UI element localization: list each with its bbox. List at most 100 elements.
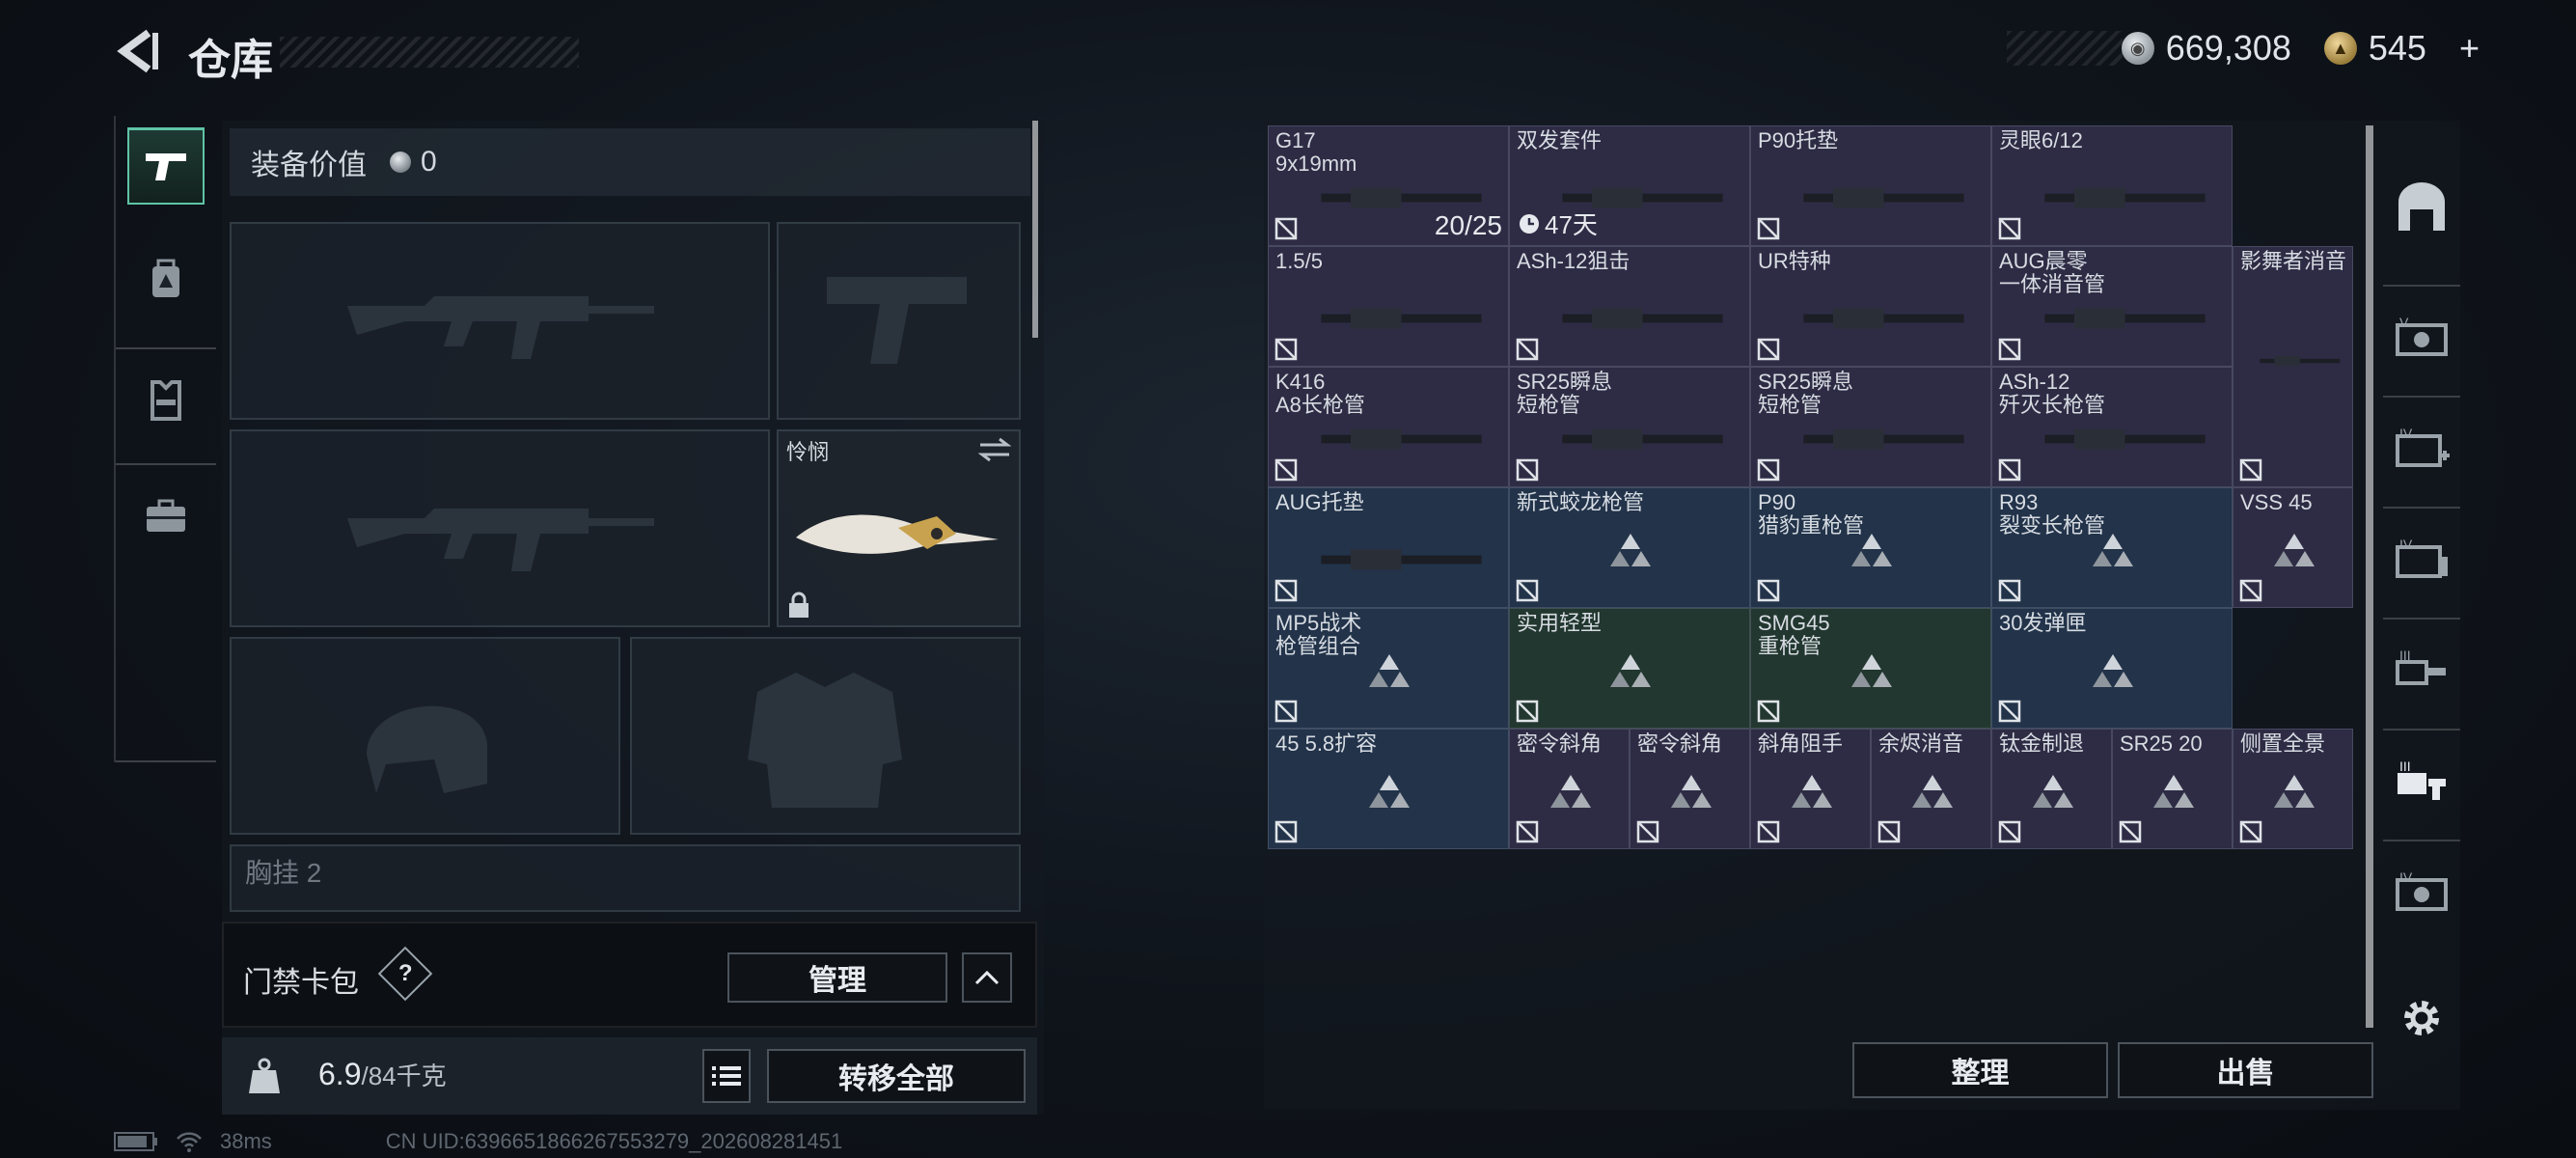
- knife-icon: [796, 514, 999, 554]
- pistol-silhouette-icon: [827, 277, 967, 364]
- storage-item-name: 灵眼6/12: [1999, 128, 2083, 152]
- primary-weapon-slot[interactable]: [230, 222, 770, 420]
- currency-bar: ◉ 669,308 ▲ 545 +: [2007, 27, 2480, 69]
- storage-item[interactable]: VSS 45: [2233, 487, 2353, 608]
- unknown-item-icon: [1851, 653, 1892, 687]
- storage-item[interactable]: AUG晨零 一体消音管: [1991, 246, 2233, 367]
- storage-item[interactable]: P90 猎豹重枪管: [1750, 487, 1991, 608]
- storage-tab-all[interactable]: [2391, 179, 2453, 236]
- storage-item[interactable]: ASh-12 歼灭长枪管: [1991, 367, 2233, 487]
- storage-tab-3[interactable]: III: [2391, 642, 2453, 700]
- no-trade-icon: [1516, 338, 1539, 361]
- weapon-part-icon: [1803, 308, 1964, 329]
- silver-coin-icon: ◉: [2121, 32, 2154, 65]
- storage-item-name: UR特种: [1758, 249, 1831, 273]
- settings-button[interactable]: [2391, 989, 2453, 1047]
- storage-item[interactable]: 30发弹匣: [1991, 608, 2233, 729]
- rail-tab-case[interactable]: [127, 478, 205, 555]
- sort-button[interactable]: 整理: [1852, 1042, 2108, 1098]
- storage-item[interactable]: G17 9x19mm 20/25: [1268, 125, 1509, 246]
- armor-slot[interactable]: [630, 637, 1021, 835]
- item-count: 20/25: [1434, 210, 1502, 240]
- no-trade-icon: [1757, 217, 1780, 240]
- storage-tab-4b[interactable]: IV: [2391, 864, 2453, 922]
- title-decoration: [280, 37, 579, 68]
- storage-3-active-icon: III: [2398, 759, 2446, 800]
- no-trade-icon: [2239, 458, 2262, 482]
- storage-item[interactable]: P90托垫: [1750, 125, 1991, 246]
- help-button[interactable]: ?: [377, 946, 433, 1002]
- storage-item[interactable]: 密令斜角: [1630, 729, 1750, 849]
- storage-item-name: 新式蛟龙枪管: [1517, 490, 1645, 514]
- back-button[interactable]: [114, 27, 162, 75]
- storage-item[interactable]: R93 裂变长枪管: [1991, 487, 2233, 608]
- storage-4-icon: IV: [2396, 538, 2448, 578]
- category-rail: [114, 116, 216, 762]
- storage-item[interactable]: SR25瞬息 短枪管: [1509, 367, 1750, 487]
- storage-item[interactable]: UR特种: [1750, 246, 1991, 367]
- equipment-value: 0: [421, 146, 437, 178]
- swap-icon[interactable]: [978, 437, 1011, 462]
- sidearm-slot[interactable]: [777, 222, 1021, 420]
- storage-grid: G17 9x19mm 20/25 双发套件 47天 P90托垫 灵眼6/12 1.5/5 AS…: [1268, 125, 2360, 849]
- storage-item[interactable]: MP5战术 枪管组合: [1268, 608, 1509, 729]
- storage-item[interactable]: 钛金制退: [1991, 729, 2112, 849]
- weapon-part-icon: [2044, 428, 2206, 450]
- equipment-scrollbar[interactable]: [1032, 121, 1038, 338]
- item-timer: 47天: [1518, 206, 1598, 241]
- uid-text: CN UID:6396651866267553279_202608281451: [385, 1129, 843, 1153]
- sell-button[interactable]: 出售: [2118, 1042, 2373, 1098]
- storage-item[interactable]: 实用轻型: [1509, 608, 1750, 729]
- storage-4-add-icon: IV: [2396, 427, 2450, 467]
- weapon-part-icon: [1321, 428, 1482, 450]
- storage-tab-4-add[interactable]: IV: [2391, 420, 2453, 478]
- rail-tab-backpack[interactable]: [127, 241, 205, 318]
- storage-item[interactable]: ASh-12狙击: [1509, 246, 1750, 367]
- storage-tab-4[interactable]: IV: [2391, 531, 2453, 589]
- storage-item[interactable]: 双发套件 47天: [1509, 125, 1750, 246]
- no-trade-icon: [1757, 458, 1780, 482]
- page-title: 仓库: [188, 37, 273, 84]
- storage-item[interactable]: SMG45 重枪管: [1750, 608, 1991, 729]
- storage-item[interactable]: SR25瞬息 短枪管: [1750, 367, 1991, 487]
- storage-item[interactable]: 新式蛟龙枪管: [1509, 487, 1750, 608]
- storage-item[interactable]: AUG托垫: [1268, 487, 1509, 608]
- storage-item[interactable]: 密令斜角: [1509, 729, 1630, 849]
- unknown-item-icon: [2273, 533, 2315, 566]
- storage-item[interactable]: 斜角阻手: [1750, 729, 1871, 849]
- storage-item[interactable]: 1.5/5: [1268, 246, 1509, 367]
- secondary-weapon-slot[interactable]: [230, 429, 770, 627]
- storage-item[interactable]: K416 A8长枪管: [1268, 367, 1509, 487]
- storage-item[interactable]: 灵眼6/12: [1991, 125, 2233, 246]
- storage-5-icon: V: [2396, 316, 2448, 356]
- no-trade-icon: [2119, 820, 2142, 843]
- melee-slot[interactable]: 怜悯: [777, 429, 1021, 627]
- collapse-button[interactable]: [962, 952, 1012, 1003]
- storage-tab-3-active[interactable]: III: [2391, 753, 2453, 811]
- tab-divider: [2383, 396, 2460, 398]
- manage-button[interactable]: 管理: [727, 952, 947, 1003]
- storage-item[interactable]: 侧置全景: [2233, 729, 2353, 849]
- transfer-all-button[interactable]: 转移全部: [767, 1049, 1026, 1103]
- helmet-slot[interactable]: [230, 637, 620, 835]
- chest-rig-slot[interactable]: 胸挂 2: [230, 844, 1021, 912]
- storage-scrollbar[interactable]: [2366, 125, 2373, 1028]
- list-view-button[interactable]: [702, 1049, 751, 1103]
- vest-icon: [151, 380, 181, 421]
- storage-tab-5[interactable]: V: [2391, 309, 2453, 367]
- rail-tab-vest[interactable]: [127, 362, 205, 439]
- storage-item[interactable]: 45 5.8扩容: [1268, 729, 1509, 849]
- rail-divider: [116, 463, 216, 465]
- storage-panel: G17 9x19mm 20/25 双发套件 47天 P90托垫 灵眼6/12 1.5/5 AS…: [1264, 121, 2460, 1110]
- add-currency-button[interactable]: +: [2459, 28, 2480, 69]
- storage-item[interactable]: 余烬消音: [1871, 729, 1991, 849]
- weapon-part-icon: [1321, 308, 1482, 329]
- storage-item[interactable]: 影舞者消音: [2233, 246, 2353, 487]
- svg-text:V: V: [2399, 316, 2409, 330]
- warehouse-icon: [2398, 182, 2445, 231]
- storage-item-name: ASh-12狙击: [1517, 249, 1631, 273]
- storage-item[interactable]: SR25 20: [2112, 729, 2233, 849]
- keycard-label: 门禁卡包: [243, 967, 359, 999]
- rail-tab-weapons[interactable]: [127, 127, 205, 205]
- unknown-item-icon: [2093, 653, 2133, 687]
